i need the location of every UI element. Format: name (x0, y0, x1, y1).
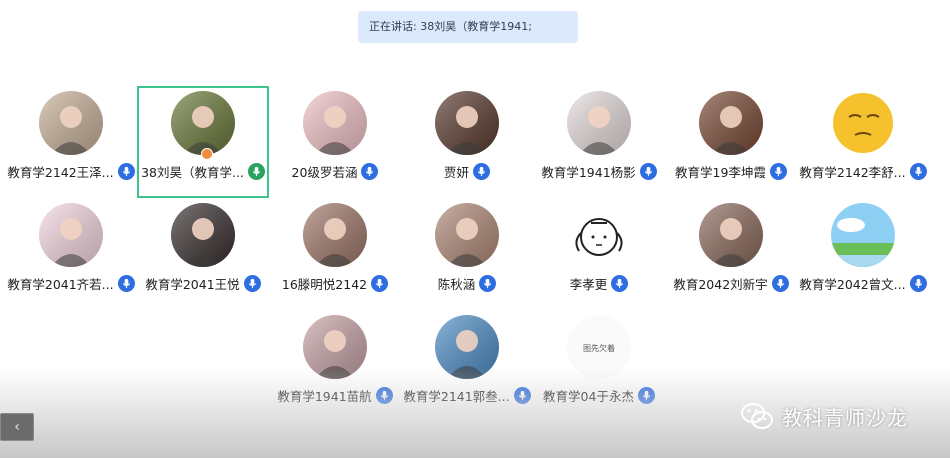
avatar-woman-selfie (699, 203, 763, 267)
avatar-placeholder: 图先欠着 (567, 315, 631, 379)
avatar-anime-girl (39, 203, 103, 267)
participant-name-row: 教育学2041王悦 (137, 274, 269, 292)
watermark-text: 教科青师沙龙 (782, 405, 908, 430)
microphone-icon[interactable] (909, 162, 927, 180)
microphone-icon[interactable] (479, 274, 497, 292)
participant-name: 贾妍 (443, 164, 469, 180)
avatar-woman-red-lips (567, 91, 631, 155)
avatar-person-sunset (303, 315, 367, 379)
microphone-icon[interactable] (247, 162, 265, 180)
microphone-icon[interactable] (909, 274, 927, 292)
participant-tile[interactable]: 教育学2142李舒... (797, 86, 929, 198)
microphone-icon[interactable] (611, 274, 629, 292)
participant-name-row: 教育学1941苗航 (269, 386, 401, 404)
person-badge-icon (201, 148, 213, 160)
participant-name: 教育学2142李舒... (799, 164, 906, 180)
microphone-icon[interactable] (117, 162, 135, 180)
participant-tile[interactable]: 教育学1941苗航 (269, 310, 401, 422)
avatar-woman-portrait (435, 91, 499, 155)
participant-name-row: 贾妍 (401, 162, 533, 180)
microphone-icon[interactable] (375, 386, 393, 404)
microphone-icon[interactable] (473, 162, 490, 180)
participant-name-row: 教育学1941杨影 (533, 162, 665, 180)
participant-name: 20级罗若涵 (291, 164, 358, 180)
participant-name: 教育2042刘新宇 (673, 276, 768, 292)
participant-name-row: 教育学2142王泽... (5, 162, 137, 180)
participant-name-row: 16滕明悦2142 (269, 274, 401, 292)
participant-name-row: 教育学04于永杰 (533, 386, 665, 404)
microphone-icon[interactable] (771, 274, 789, 292)
participant-name: 教育学2041王悦 (145, 276, 240, 292)
participant-name: 教育学19李坤霞 (675, 164, 766, 180)
participant-name: 16滕明悦2142 (281, 276, 368, 292)
participant-name: 教育学2142王泽... (7, 164, 114, 180)
avatar-woman-hat (171, 203, 235, 267)
participant-tile[interactable]: 教育学19李坤霞 (665, 86, 797, 198)
participant-name-row: 教育学2042曾文... (797, 274, 929, 292)
participant-name-row: 陈秋涵 (401, 274, 533, 292)
avatar-cartoon-ghost (303, 91, 367, 155)
microphone-icon[interactable] (637, 386, 655, 404)
participant-tile[interactable]: 教育学1941杨影 (533, 86, 665, 198)
participant-name: 陈秋涵 (437, 276, 476, 292)
microphone-icon[interactable] (513, 386, 531, 404)
avatar-anime-landscape (831, 203, 895, 267)
microphone-icon[interactable] (371, 274, 389, 292)
participant-name-row: 38刘昊（教育学... (139, 162, 267, 180)
microphone-icon[interactable] (769, 162, 787, 180)
participant-tile[interactable]: 贾妍 (401, 86, 533, 198)
watermark: 教科青师沙龙 (740, 398, 908, 434)
participant-name: 教育学2042曾文... (799, 276, 906, 292)
participant-tile[interactable]: 教育学2041齐若... (5, 198, 137, 310)
participant-tile[interactable]: 李孝更 (533, 198, 665, 310)
wechat-icon (741, 403, 773, 429)
participant-tile[interactable]: 教育学2041王悦 (137, 198, 269, 310)
participant-name-row: 教育学2141郭叁... (401, 386, 533, 404)
participant-tile[interactable]: 20级罗若涵 (269, 86, 401, 198)
participant-tile[interactable]: 教育学2141郭叁... (401, 310, 533, 422)
participant-name: 教育学04于永杰 (543, 388, 634, 404)
participant-tile[interactable]: 教育学2142王泽... (5, 86, 137, 198)
avatar-emoji-face (831, 91, 895, 155)
avatar-illustration-girls (303, 203, 367, 267)
chevron-left-icon: ‹ (14, 419, 20, 435)
participant-tile[interactable]: 陈秋涵 (401, 198, 533, 310)
microphone-icon[interactable] (117, 274, 135, 292)
previous-page-button[interactable]: ‹ (0, 413, 34, 441)
avatar-person-green-jacket (171, 91, 235, 155)
participant-name: 38刘昊（教育学... (141, 164, 244, 180)
participant-tile[interactable]: 教育2042刘新宇 (665, 198, 797, 310)
avatar-girl-flowers (435, 203, 499, 267)
participant-name: 教育学2141郭叁... (403, 388, 510, 404)
participant-grid: 教育学2142王泽... 38刘昊（教育学... 20级罗若涵 贾妍 教育学1941杨影… (0, 0, 950, 458)
avatar-woman-drinking (699, 91, 763, 155)
participant-tile[interactable]: 图先欠着教育学04于永杰 (533, 310, 665, 422)
participant-tile[interactable]: 38刘昊（教育学... (137, 86, 269, 198)
participant-name-row: 教育2042刘新宇 (665, 274, 797, 292)
participant-name: 教育学1941苗航 (277, 388, 372, 404)
avatar-cat-photo (39, 91, 103, 155)
participant-name-row: 教育学2041齐若... (5, 274, 137, 292)
microphone-icon[interactable] (361, 162, 379, 180)
avatar-placeholder-text: 图先欠着 (583, 343, 615, 353)
avatar-doodle-girl (567, 203, 631, 267)
participant-name-row: 教育学2142李舒... (797, 162, 929, 180)
participant-name-row: 李孝更 (533, 274, 665, 292)
microphone-icon[interactable] (639, 162, 657, 180)
participant-name-row: 20级罗若涵 (269, 162, 401, 180)
participant-name: 李孝更 (569, 276, 608, 292)
avatar-woman-blue-cap (435, 315, 499, 379)
participant-tile[interactable]: 教育学2042曾文... (797, 198, 929, 310)
participant-name: 教育学2041齐若... (7, 276, 114, 292)
participant-name-row: 教育学19李坤霞 (665, 162, 797, 180)
participant-name: 教育学1941杨影 (541, 164, 636, 180)
participant-tile[interactable]: 16滕明悦2142 (269, 198, 401, 310)
microphone-icon[interactable] (243, 274, 261, 292)
